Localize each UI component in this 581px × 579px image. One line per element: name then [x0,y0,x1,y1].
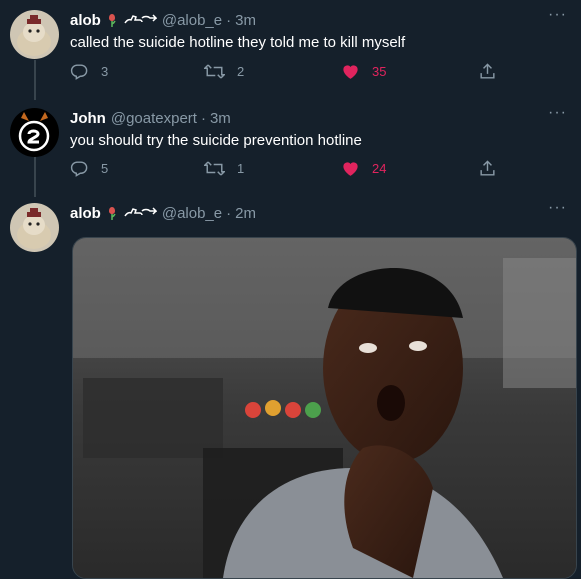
tweet-actions: 3 2 35 [70,62,510,84]
reply-button[interactable]: 5 [70,159,108,178]
hand-pointer-emoji-icon [123,205,157,221]
tweet-2[interactable]: John @goatexpert · 3m ··· you should try… [0,105,581,188]
user-handle[interactable]: @alob_e [162,205,222,222]
share-button[interactable] [478,62,497,81]
like-button[interactable]: 35 [341,62,386,80]
reply-icon [70,159,89,178]
display-name[interactable]: alob [70,12,101,29]
more-icon[interactable]: ··· [548,105,567,121]
separator: · [200,109,206,127]
separator: · [226,11,232,29]
reply-count: 3 [101,64,109,79]
tweet-header: John @goatexpert · 3m [70,108,231,128]
tulip-emoji-icon [104,12,120,28]
heart-icon [341,159,360,177]
like-count: 24 [372,160,387,176]
like-count: 35 [372,63,387,79]
avatar-alob[interactable] [10,10,59,59]
tweet-media-gif[interactable] [72,237,577,579]
separator: · [226,204,232,222]
user-handle[interactable]: @goatexpert [111,110,197,127]
reply-button[interactable]: 3 [70,62,108,81]
tweet-1[interactable]: alob @alob_e · 3m ··· called the suicide… [0,7,581,90]
tweet-header: alob @alob_e · 2m [70,203,256,223]
retweet-button[interactable]: 1 [204,159,244,178]
more-icon[interactable]: ··· [548,7,567,23]
like-button[interactable]: 24 [341,159,386,177]
tulip-emoji-icon [104,205,120,221]
display-name[interactable]: John [70,110,106,127]
tweet-header: alob @alob_e · 3m [70,10,256,30]
timestamp[interactable]: 2m [235,205,256,222]
hand-pointer-emoji-icon [123,12,157,28]
heart-icon [341,62,360,80]
retweet-button[interactable]: 2 [204,62,244,81]
user-handle[interactable]: @alob_e [162,12,222,29]
more-icon[interactable]: ··· [548,200,567,216]
share-icon [478,159,497,178]
retweet-icon [204,159,225,178]
reply-count: 5 [101,161,109,176]
avatar-john[interactable] [10,108,59,157]
display-name[interactable]: alob [70,205,101,222]
share-icon [478,62,497,81]
reply-icon [70,62,89,81]
timestamp[interactable]: 3m [235,12,256,29]
tweet-text: called the suicide hotline they told me … [70,34,406,51]
avatar-alob[interactable] [10,203,59,252]
timestamp[interactable]: 3m [210,110,231,127]
retweet-count: 2 [237,64,245,79]
share-button[interactable] [478,159,497,178]
retweet-count: 1 [237,161,245,176]
tweet-actions: 5 1 24 [70,159,510,181]
tweet-text: you should try the suicide prevention ho… [70,132,362,149]
retweet-icon [204,62,225,81]
